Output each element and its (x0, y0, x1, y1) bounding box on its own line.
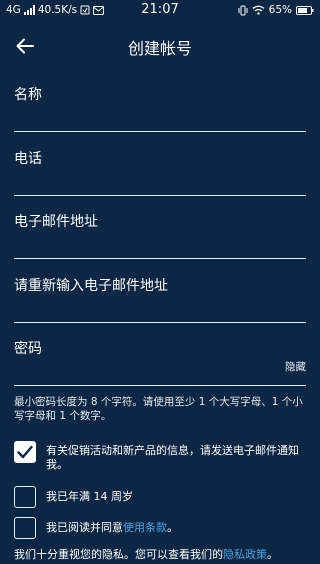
name-label: 名称 (14, 87, 42, 103)
status-right: 65% (238, 4, 314, 16)
terms-checkbox[interactable] (14, 517, 36, 539)
password-field[interactable]: 密码 隐藏 (14, 338, 306, 386)
age-consent-row: 我已年满 14 周岁 (14, 486, 310, 508)
signal-icon (23, 5, 35, 15)
phone-input[interactable] (14, 171, 306, 193)
password-label: 密码 (14, 341, 42, 357)
checkmark-icon (17, 445, 33, 459)
privacy-policy-link[interactable]: 隐私政策 (223, 548, 267, 561)
notification-icon (80, 5, 90, 15)
terms-text-suffix: 。 (167, 521, 178, 534)
phone-field[interactable]: 电话 (14, 148, 306, 196)
promo-consent-row: 有关促销活动和新产品的信息，请发送电子邮件通知我。 (14, 441, 310, 472)
page-title: 创建帐号 (127, 39, 192, 58)
email-field[interactable]: 电子邮件地址 (14, 211, 306, 259)
battery-percent: 65% (268, 4, 292, 16)
password-input[interactable] (14, 361, 264, 383)
terms-of-use-link[interactable]: 使用条款 (123, 521, 167, 534)
name-input[interactable] (14, 107, 306, 129)
promo-consent-text: 有关促销活动和新产品的信息，请发送电子邮件通知我。 (46, 444, 299, 471)
email-label: 电子邮件地址 (14, 214, 98, 230)
email-input[interactable] (14, 234, 306, 256)
email-confirm-field[interactable]: 请重新输入电子邮件地址 (14, 275, 306, 323)
network-type: 4G (6, 4, 21, 16)
name-field[interactable]: 名称 (14, 84, 306, 132)
terms-text-prefix: 我已阅读并同意 (46, 521, 123, 534)
terms-consent-text: 我已阅读并同意使用条款。 (46, 521, 178, 535)
battery-icon (296, 5, 314, 15)
app-header: 创建帐号 (0, 22, 320, 70)
status-bar: 4G 40.5K/s 21:07 65% (0, 0, 320, 20)
network-speed: 40.5K/s (37, 4, 78, 16)
password-visibility-toggle[interactable]: 隐藏 (285, 359, 306, 374)
age-consent-text: 我已年满 14 周岁 (46, 490, 133, 503)
phone-label: 电话 (14, 151, 42, 167)
privacy-notice: 我们十分重视您的隐私。您可以查看我们的隐私政策。 (14, 548, 314, 562)
wifi-icon (252, 5, 265, 15)
vibrate-icon (238, 5, 248, 16)
mail-icon (93, 5, 105, 15)
status-left: 4G 40.5K/s (6, 4, 105, 16)
promo-checkbox[interactable] (14, 441, 36, 463)
privacy-text-suffix: 。 (267, 548, 278, 561)
privacy-text-prefix: 我们十分重视您的隐私。您可以查看我们的 (14, 548, 223, 561)
age-checkbox[interactable] (14, 486, 36, 508)
email-confirm-label: 请重新输入电子邮件地址 (14, 278, 168, 294)
email-confirm-input[interactable] (14, 298, 306, 320)
terms-consent-row: 我已阅读并同意使用条款。 (14, 517, 310, 539)
password-hint: 最小密码长度为 8 个字符。请使用至少 1 个大写字母、1 个小写字母和 1 个… (14, 396, 303, 422)
